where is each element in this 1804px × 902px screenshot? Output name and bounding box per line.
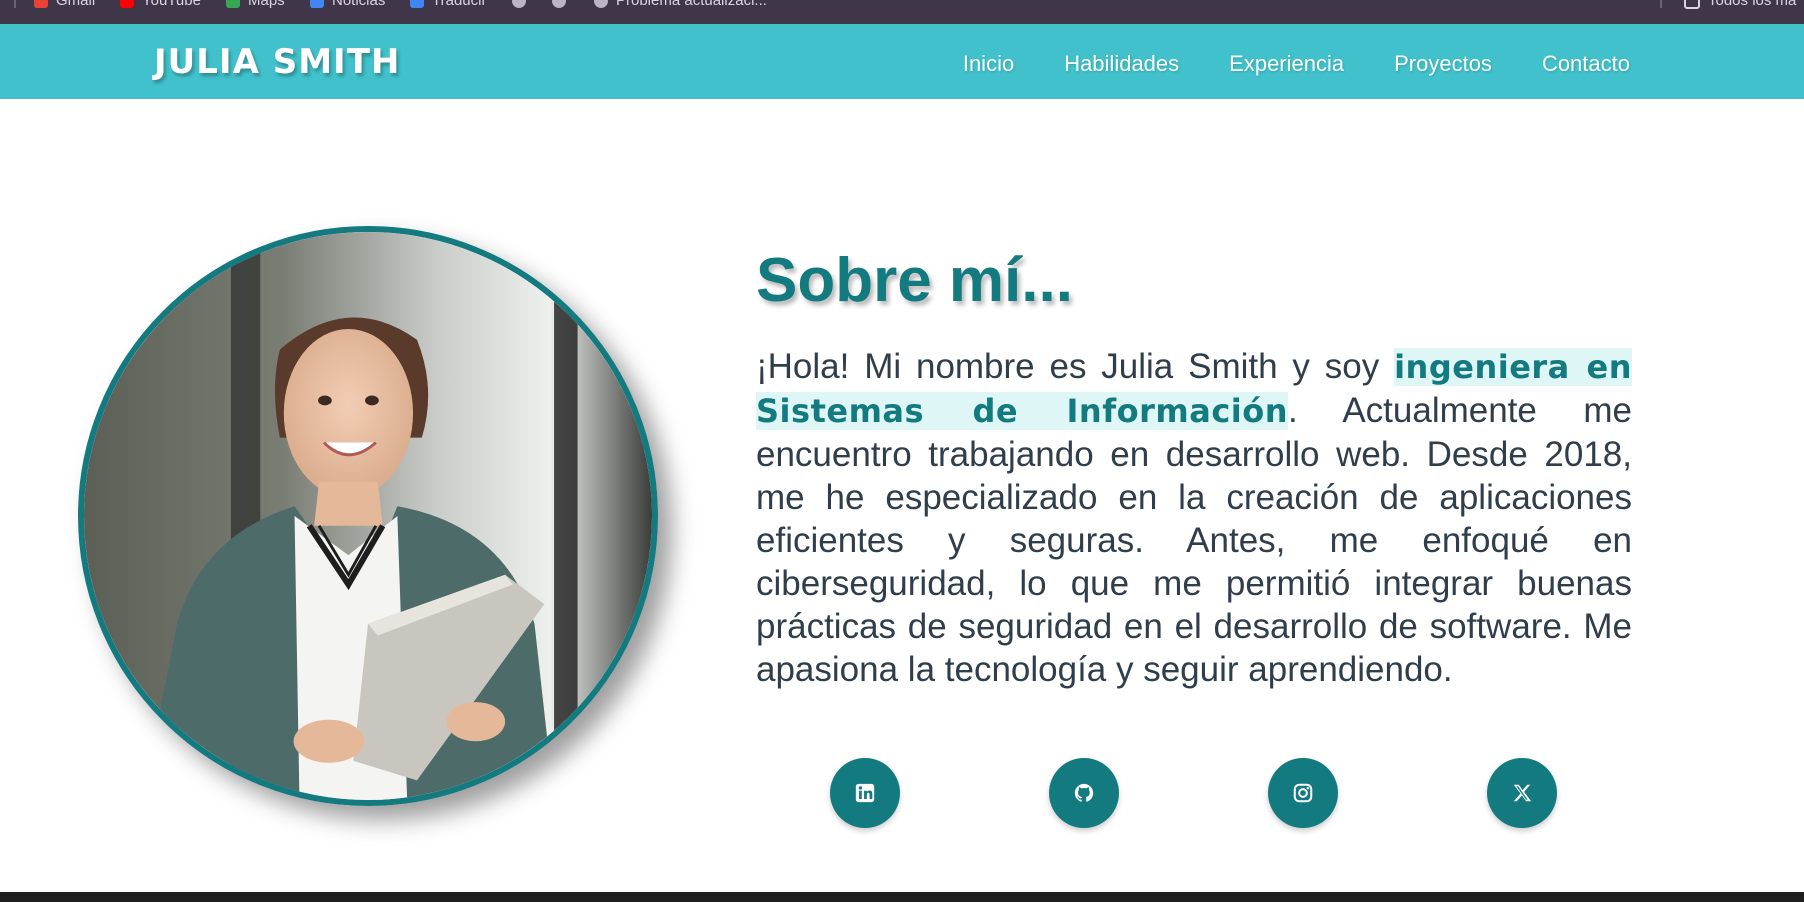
github-icon xyxy=(1074,783,1094,802)
nav-link-contacto[interactable]: Contacto xyxy=(1542,51,1630,77)
page-footer-edge xyxy=(0,892,1804,902)
bookmark-news[interactable]: Noticias xyxy=(310,0,385,9)
bookmark-label: Problema actualizaci... xyxy=(616,0,767,9)
main-nav: Inicio Habilidades Experiencia Proyectos… xyxy=(963,51,1630,77)
bookmark-label: YouTube xyxy=(142,0,201,9)
site-brand[interactable]: JULIA SMITH xyxy=(154,42,400,82)
portrait-illustration xyxy=(84,232,652,800)
maps-icon xyxy=(226,0,240,9)
profile-photo xyxy=(78,226,658,806)
translate-icon xyxy=(410,0,424,9)
bookmark-item[interactable]: Problema actualizaci... xyxy=(594,0,767,9)
instagram-icon xyxy=(1293,783,1313,803)
gmail-icon xyxy=(34,0,48,9)
bookmark-icon xyxy=(594,0,608,9)
bookmark-gmail[interactable]: Gmail xyxy=(34,0,95,9)
bookmark-icon xyxy=(512,0,526,9)
x-twitter-link[interactable] xyxy=(1487,758,1557,828)
bookmark-icon xyxy=(552,0,566,9)
site-header: JULIA SMITH Inicio Habilidades Experienc… xyxy=(0,24,1804,99)
bookmark-item[interactable] xyxy=(552,0,574,9)
linkedin-link[interactable] xyxy=(830,758,900,828)
nav-link-habilidades[interactable]: Habilidades xyxy=(1064,51,1179,77)
nav-link-proyectos[interactable]: Proyectos xyxy=(1394,51,1492,77)
about-intro-text: ¡Hola! Mi nombre es Julia Smith y soy xyxy=(756,347,1395,386)
bookmark-translate[interactable]: Traducir xyxy=(410,0,486,9)
folder-icon xyxy=(1684,0,1700,10)
x-icon xyxy=(1513,784,1532,802)
instagram-link[interactable] xyxy=(1268,758,1338,828)
nav-link-experiencia[interactable]: Experiencia xyxy=(1229,51,1344,77)
github-link[interactable] xyxy=(1049,758,1119,828)
about-paragraph: ¡Hola! Mi nombre es Julia Smith y soy in… xyxy=(756,345,1633,691)
bookmark-item[interactable] xyxy=(512,0,534,9)
bookmark-maps[interactable]: Maps xyxy=(226,0,285,9)
about-title: Sobre mí... xyxy=(756,246,1073,315)
bookmark-label: Traducir xyxy=(432,0,487,9)
nav-link-inicio[interactable]: Inicio xyxy=(963,51,1014,77)
youtube-icon xyxy=(120,0,134,9)
linkedin-icon xyxy=(855,783,875,803)
bookmark-label: Noticias xyxy=(332,0,386,9)
bookmark-youtube[interactable]: YouTube xyxy=(120,0,201,9)
bookmarks-separator xyxy=(1660,0,1662,8)
bookmark-label: Maps xyxy=(248,0,285,9)
bookmark-label: Gmail xyxy=(56,0,96,9)
bookmarks-bar: Gmail YouTube Maps Noticias Traducir Pro… xyxy=(0,0,1804,24)
all-bookmarks-button[interactable]: Todos los ma xyxy=(1684,0,1797,10)
all-bookmarks-label: Todos los ma xyxy=(1708,0,1797,9)
about-rest-text: . Actualmente me encuentro trabajando en… xyxy=(756,391,1632,689)
news-icon xyxy=(310,0,324,9)
bookmarks-separator xyxy=(14,0,16,8)
